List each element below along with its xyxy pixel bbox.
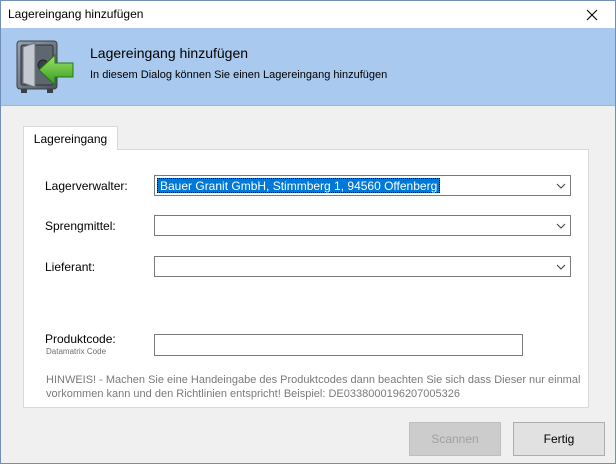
chevron-down-icon[interactable] (552, 257, 570, 276)
produktcode-sublabel: Datamatrix Code (46, 347, 107, 356)
produktcode-label: Produktcode: (45, 332, 116, 346)
produktcode-input[interactable] (154, 334, 523, 356)
tab-label: Lagereingang (33, 131, 108, 146)
sprengmittel-label: Sprengmittel: (45, 219, 116, 233)
dialog-header: Lagereingang hinzufügen In diesem Dialog… (1, 28, 615, 106)
chevron-down-icon[interactable] (552, 176, 570, 195)
header-subtitle: In diesem Dialog können Sie einen Lagere… (90, 69, 388, 81)
lagerverwalter-value: Bauer Granit GmbH, Stimmberg 1, 94560 Of… (157, 178, 441, 193)
lieferant-value (157, 259, 161, 274)
lagerverwalter-combobox[interactable]: Bauer Granit GmbH, Stimmberg 1, 94560 Of… (154, 175, 571, 196)
lieferant-label: Lieferant: (45, 260, 96, 274)
dialog-window: Lagereingang hinzufügen Lagereingang hin… (0, 0, 616, 464)
fertig-button[interactable]: Fertig (513, 422, 605, 456)
sprengmittel-combobox[interactable] (154, 215, 571, 236)
header-title: Lagereingang hinzufügen (90, 45, 249, 61)
close-button[interactable] (569, 1, 615, 28)
window-title: Lagereingang hinzufügen (8, 7, 144, 21)
close-icon (586, 9, 598, 20)
tab-lagereingang[interactable]: Lagereingang (23, 126, 118, 150)
scannen-button[interactable]: Scannen (409, 422, 501, 456)
fertig-button-label: Fertig (543, 432, 575, 446)
dialog-content: Lagereingang Lagerverwalter: Bauer Grani… (1, 106, 615, 463)
tab-panel: Lagerverwalter: Bauer Granit GmbH, Stimm… (23, 149, 589, 408)
title-bar: Lagereingang hinzufügen (1, 1, 615, 28)
scannen-button-label: Scannen (431, 432, 479, 446)
lieferant-combobox[interactable] (154, 256, 571, 277)
hint-text: HINWEIS! - Machen Sie eine Handeingabe d… (46, 374, 581, 400)
sprengmittel-value (157, 218, 161, 233)
safe-with-arrow-icon (16, 40, 74, 93)
chevron-down-icon[interactable] (552, 216, 570, 235)
lagerverwalter-label: Lagerverwalter: (45, 179, 128, 193)
